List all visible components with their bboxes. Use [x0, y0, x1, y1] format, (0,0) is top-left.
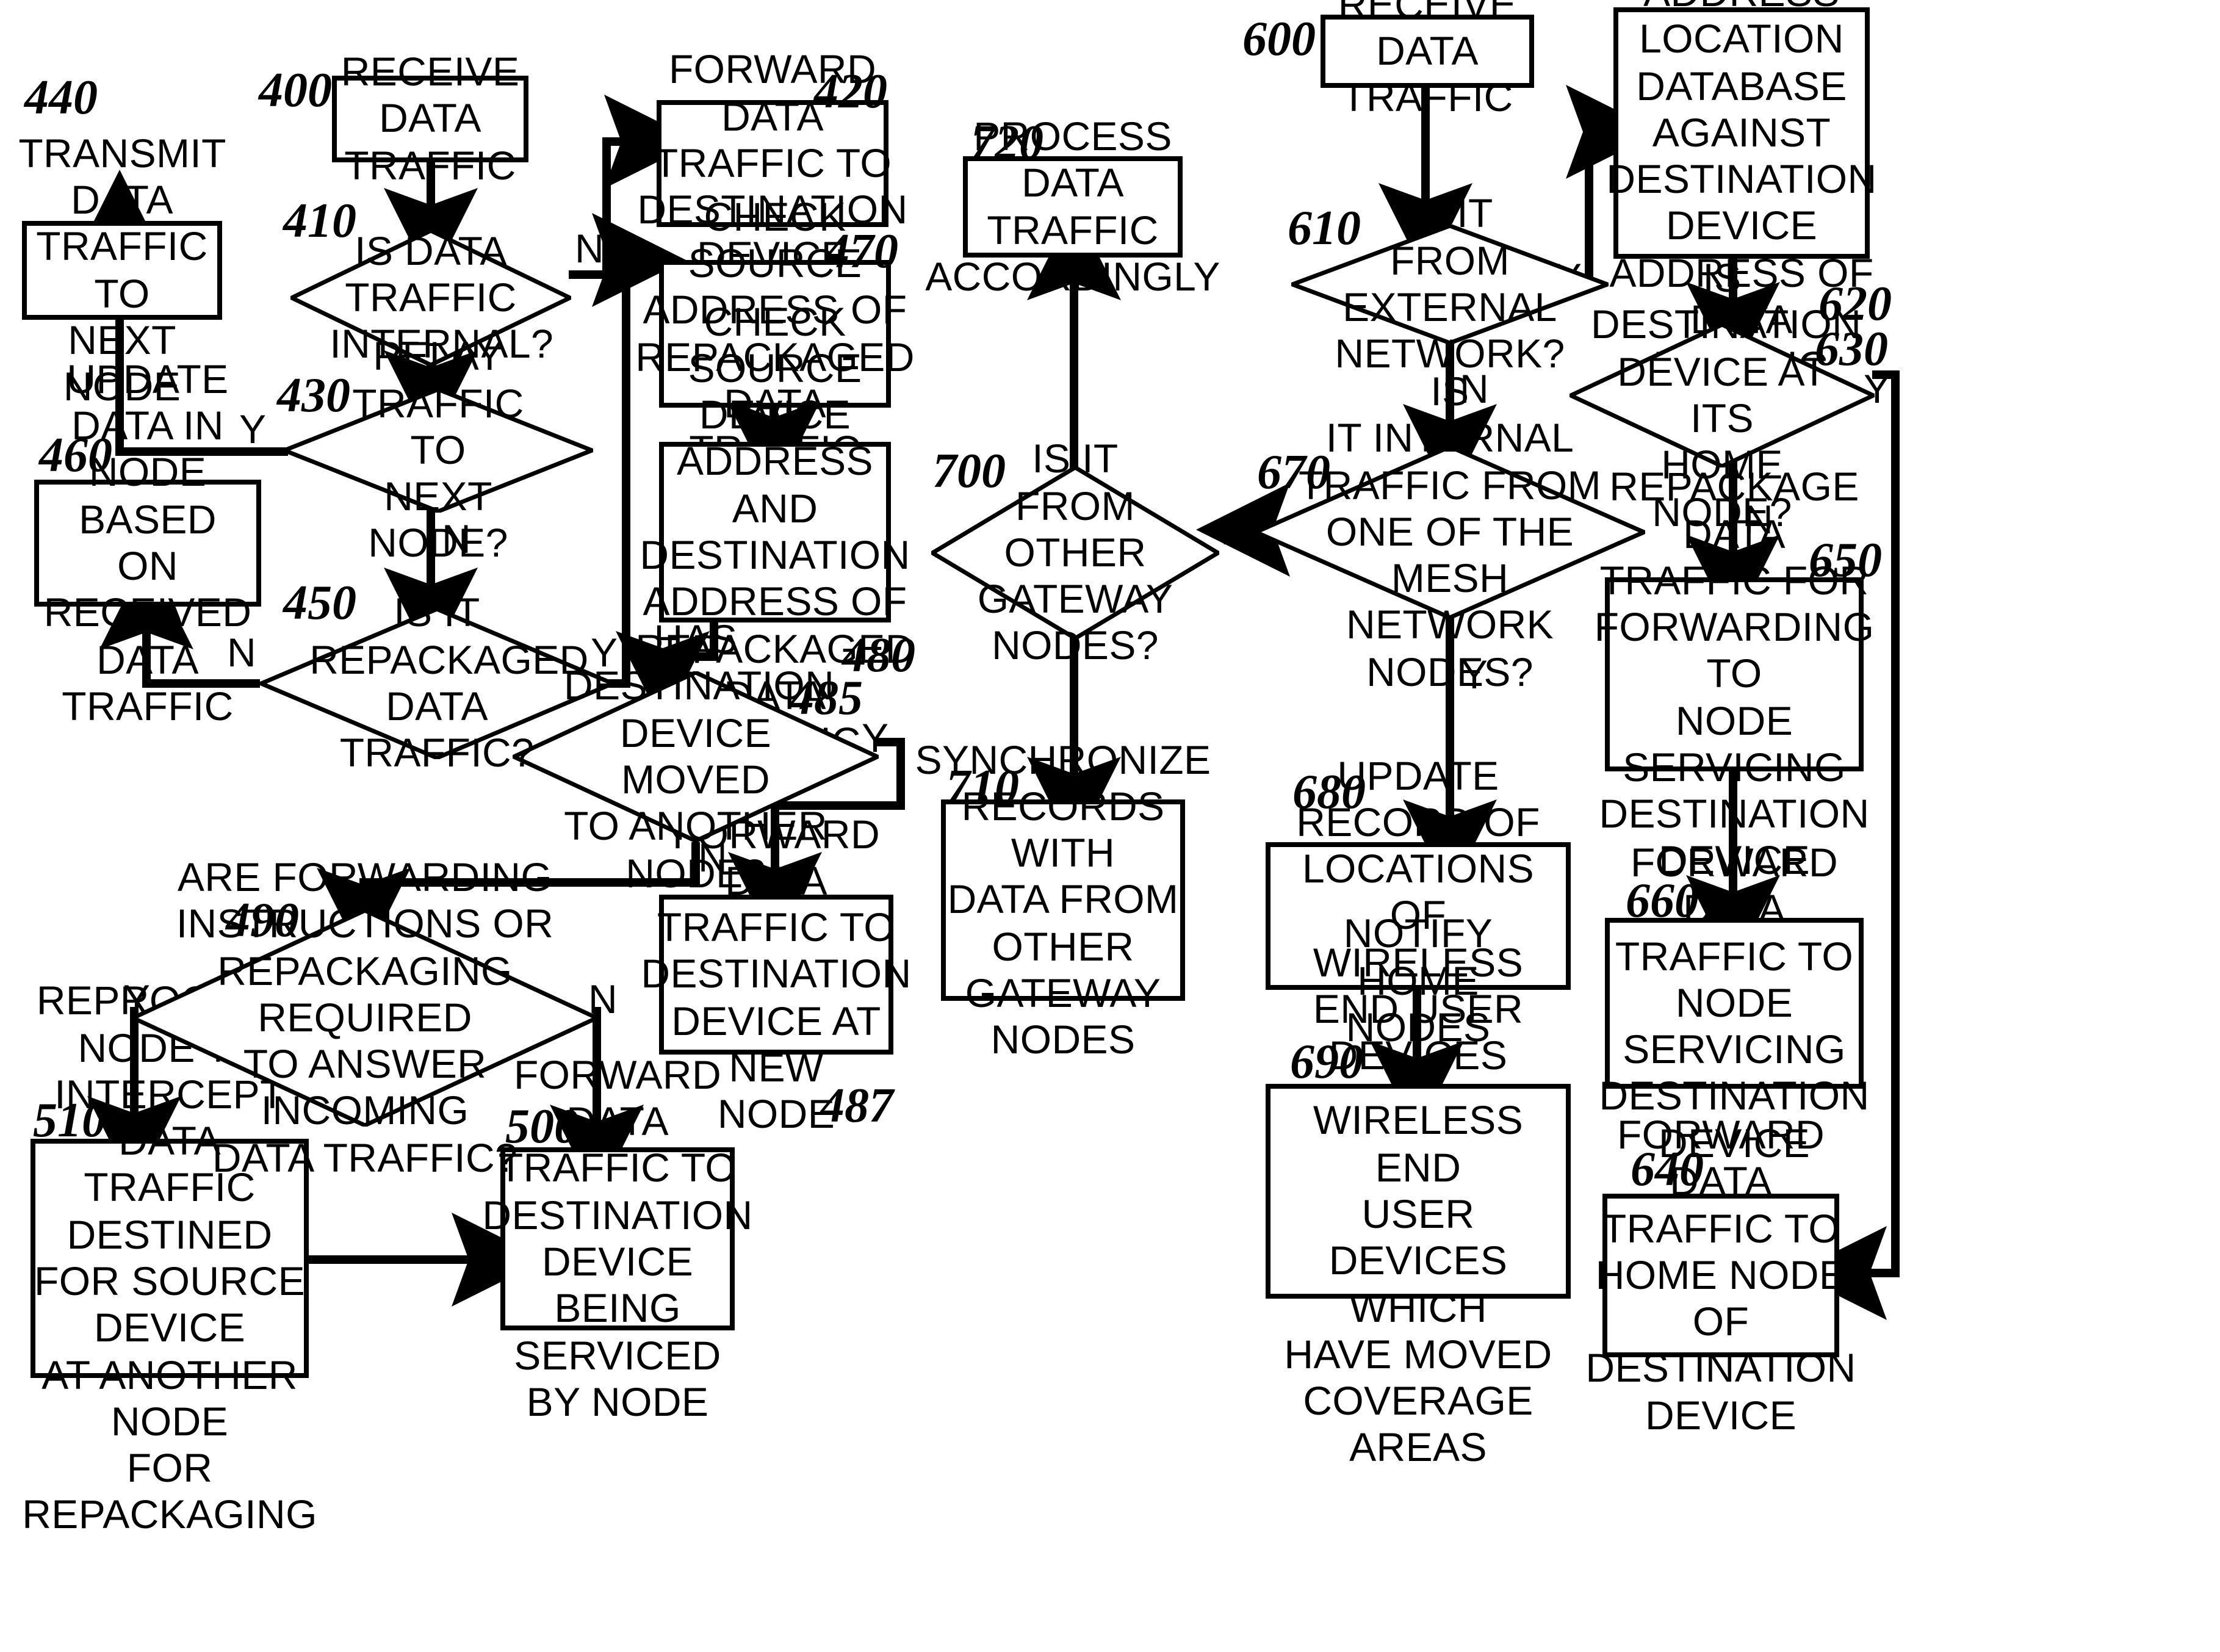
node-630-label: IS DESTINATION DEVICE AT ITS HOME NODE?	[1591, 255, 1862, 535]
node-is-it-repackaged-data-traffic: IS IT REPACKAGED DATA TRAFFIC?	[260, 590, 614, 776]
node-notify-home-nodes-of-wireless-end-user-devices: NOTIFY HOME NODES OF WIRELESS END USER D…	[1266, 911, 1571, 1470]
node-is-it-internal-traffic-from-mesh-nodes: IS IT INTERNAL TRAFFIC FROM ONE OF THE M…	[1255, 369, 1645, 694]
ref-label-660: 660	[1626, 873, 1699, 928]
node-610-label: IS IT FROM EXTERNAL NETWORK?	[1335, 190, 1565, 377]
branch-label-670-n: N	[1220, 508, 1250, 553]
node-is-it-from-other-gateway-nodes: IS IT FROM OTHER GATEWAY NODES?	[931, 436, 1219, 668]
ref-label-470: 470	[825, 223, 898, 278]
ref-label-690: 690	[1290, 1034, 1363, 1089]
node-700-label: IS IT FROM OTHER GATEWAY NODES?	[977, 436, 1173, 668]
node-has-destination-device-moved: HAS DESTINATION DEVICE MOVED TO ANOTHER …	[513, 616, 879, 895]
ref-label-680: 680	[1292, 764, 1366, 819]
node-update-data-in-node: UPDATE DATA IN NODE BASED ON RECEIVED DA…	[34, 356, 261, 729]
ref-label-460: 460	[39, 427, 112, 482]
node-is-it-from-external-network: IS IT FROM EXTERNAL NETWORK?	[1291, 191, 1609, 377]
ref-label-650: 650	[1809, 532, 1882, 587]
node-450-label: IS IT REPACKAGED DATA TRAFFIC?	[309, 590, 589, 776]
node-check-device-address-location-database: CHECK DEVICE ADDRESS LOCATION DATABASE A…	[1606, 0, 1876, 388]
node-forward-data-traffic-to-destination-device-at-new-node: FORWARD DATA TRAFFIC TO DESTINATION DEVI…	[641, 811, 912, 1137]
node-485-label: HAS DESTINATION DEVICE MOVED TO ANOTHER …	[564, 616, 835, 896]
node-forward-data-traffic-to-node-servicing: FORWARD DATA TRAFFIC TO NODE SERVICING D…	[1599, 840, 1870, 1166]
ref-label-440: 440	[24, 70, 98, 124]
node-synchronize-records-with-data: SYNCHRONIZE RECORDS WITH DATA FROM OTHER…	[915, 737, 1211, 1062]
node-490-label: ARE FORWARDING INSTRUCTIONS OR REPACKAGI…	[176, 854, 554, 1180]
ref-label-720: 720	[970, 115, 1043, 170]
node-670-label: IS IT INTERNAL TRAFFIC FROM ONE OF THE M…	[1298, 369, 1602, 694]
node-receive-data-traffic-left: RECEIVE DATA TRAFFIC	[332, 49, 528, 187]
ref-label-420: 420	[814, 63, 887, 118]
node-forward-data-traffic-to-home-node: FORWARD DATA TRAFFIC TO HOME NODE OF DES…	[1585, 1112, 1856, 1438]
ref-label-600: 600	[1242, 11, 1316, 66]
branch-label-410-n: N	[575, 226, 604, 271]
node-process-data-traffic-accordingly: PROCESS DATA TRAFFIC ACCORDINGLY	[925, 113, 1220, 299]
node-430-label: RELAY TRAFFIC TO NEXT NODE?	[352, 333, 524, 566]
branch-label-450-n: N	[227, 630, 256, 675]
node-is-destination-device-at-its-home-node: IS DESTINATION DEVICE AT ITS HOME NODE?	[1569, 255, 1875, 534]
node-transmit-data-traffic-to-next-node: TRANSMIT DATA TRAFFIC TO NEXT NODE	[18, 130, 226, 409]
node-receive-data-traffic-right: RECEIVE DATA TRAFFIC	[1321, 0, 1534, 120]
ref-label-640: 640	[1631, 1141, 1704, 1196]
ref-label-510: 510	[33, 1092, 106, 1147]
node-check-source-device-address-and-destination-address: CHECK SOURCE DEVICE ADDRESS AND DESTINAT…	[635, 298, 915, 764]
ref-label-710: 710	[946, 759, 1019, 814]
node-relay-traffic-to-next-node: RELAY TRAFFIC TO NEXT NODE?	[283, 334, 593, 566]
node-are-forwarding-instructions-or-repackaging-required: ARE FORWARDING INSTRUCTIONS OR REPACKAGI…	[132, 854, 598, 1180]
ref-label-487: 487	[820, 1078, 893, 1133]
ref-label-400: 400	[259, 62, 332, 117]
patent-flowchart-figure: TRANSMIT DATA TRAFFIC TO NEXT NODE 440 R…	[0, 0, 2220, 1652]
